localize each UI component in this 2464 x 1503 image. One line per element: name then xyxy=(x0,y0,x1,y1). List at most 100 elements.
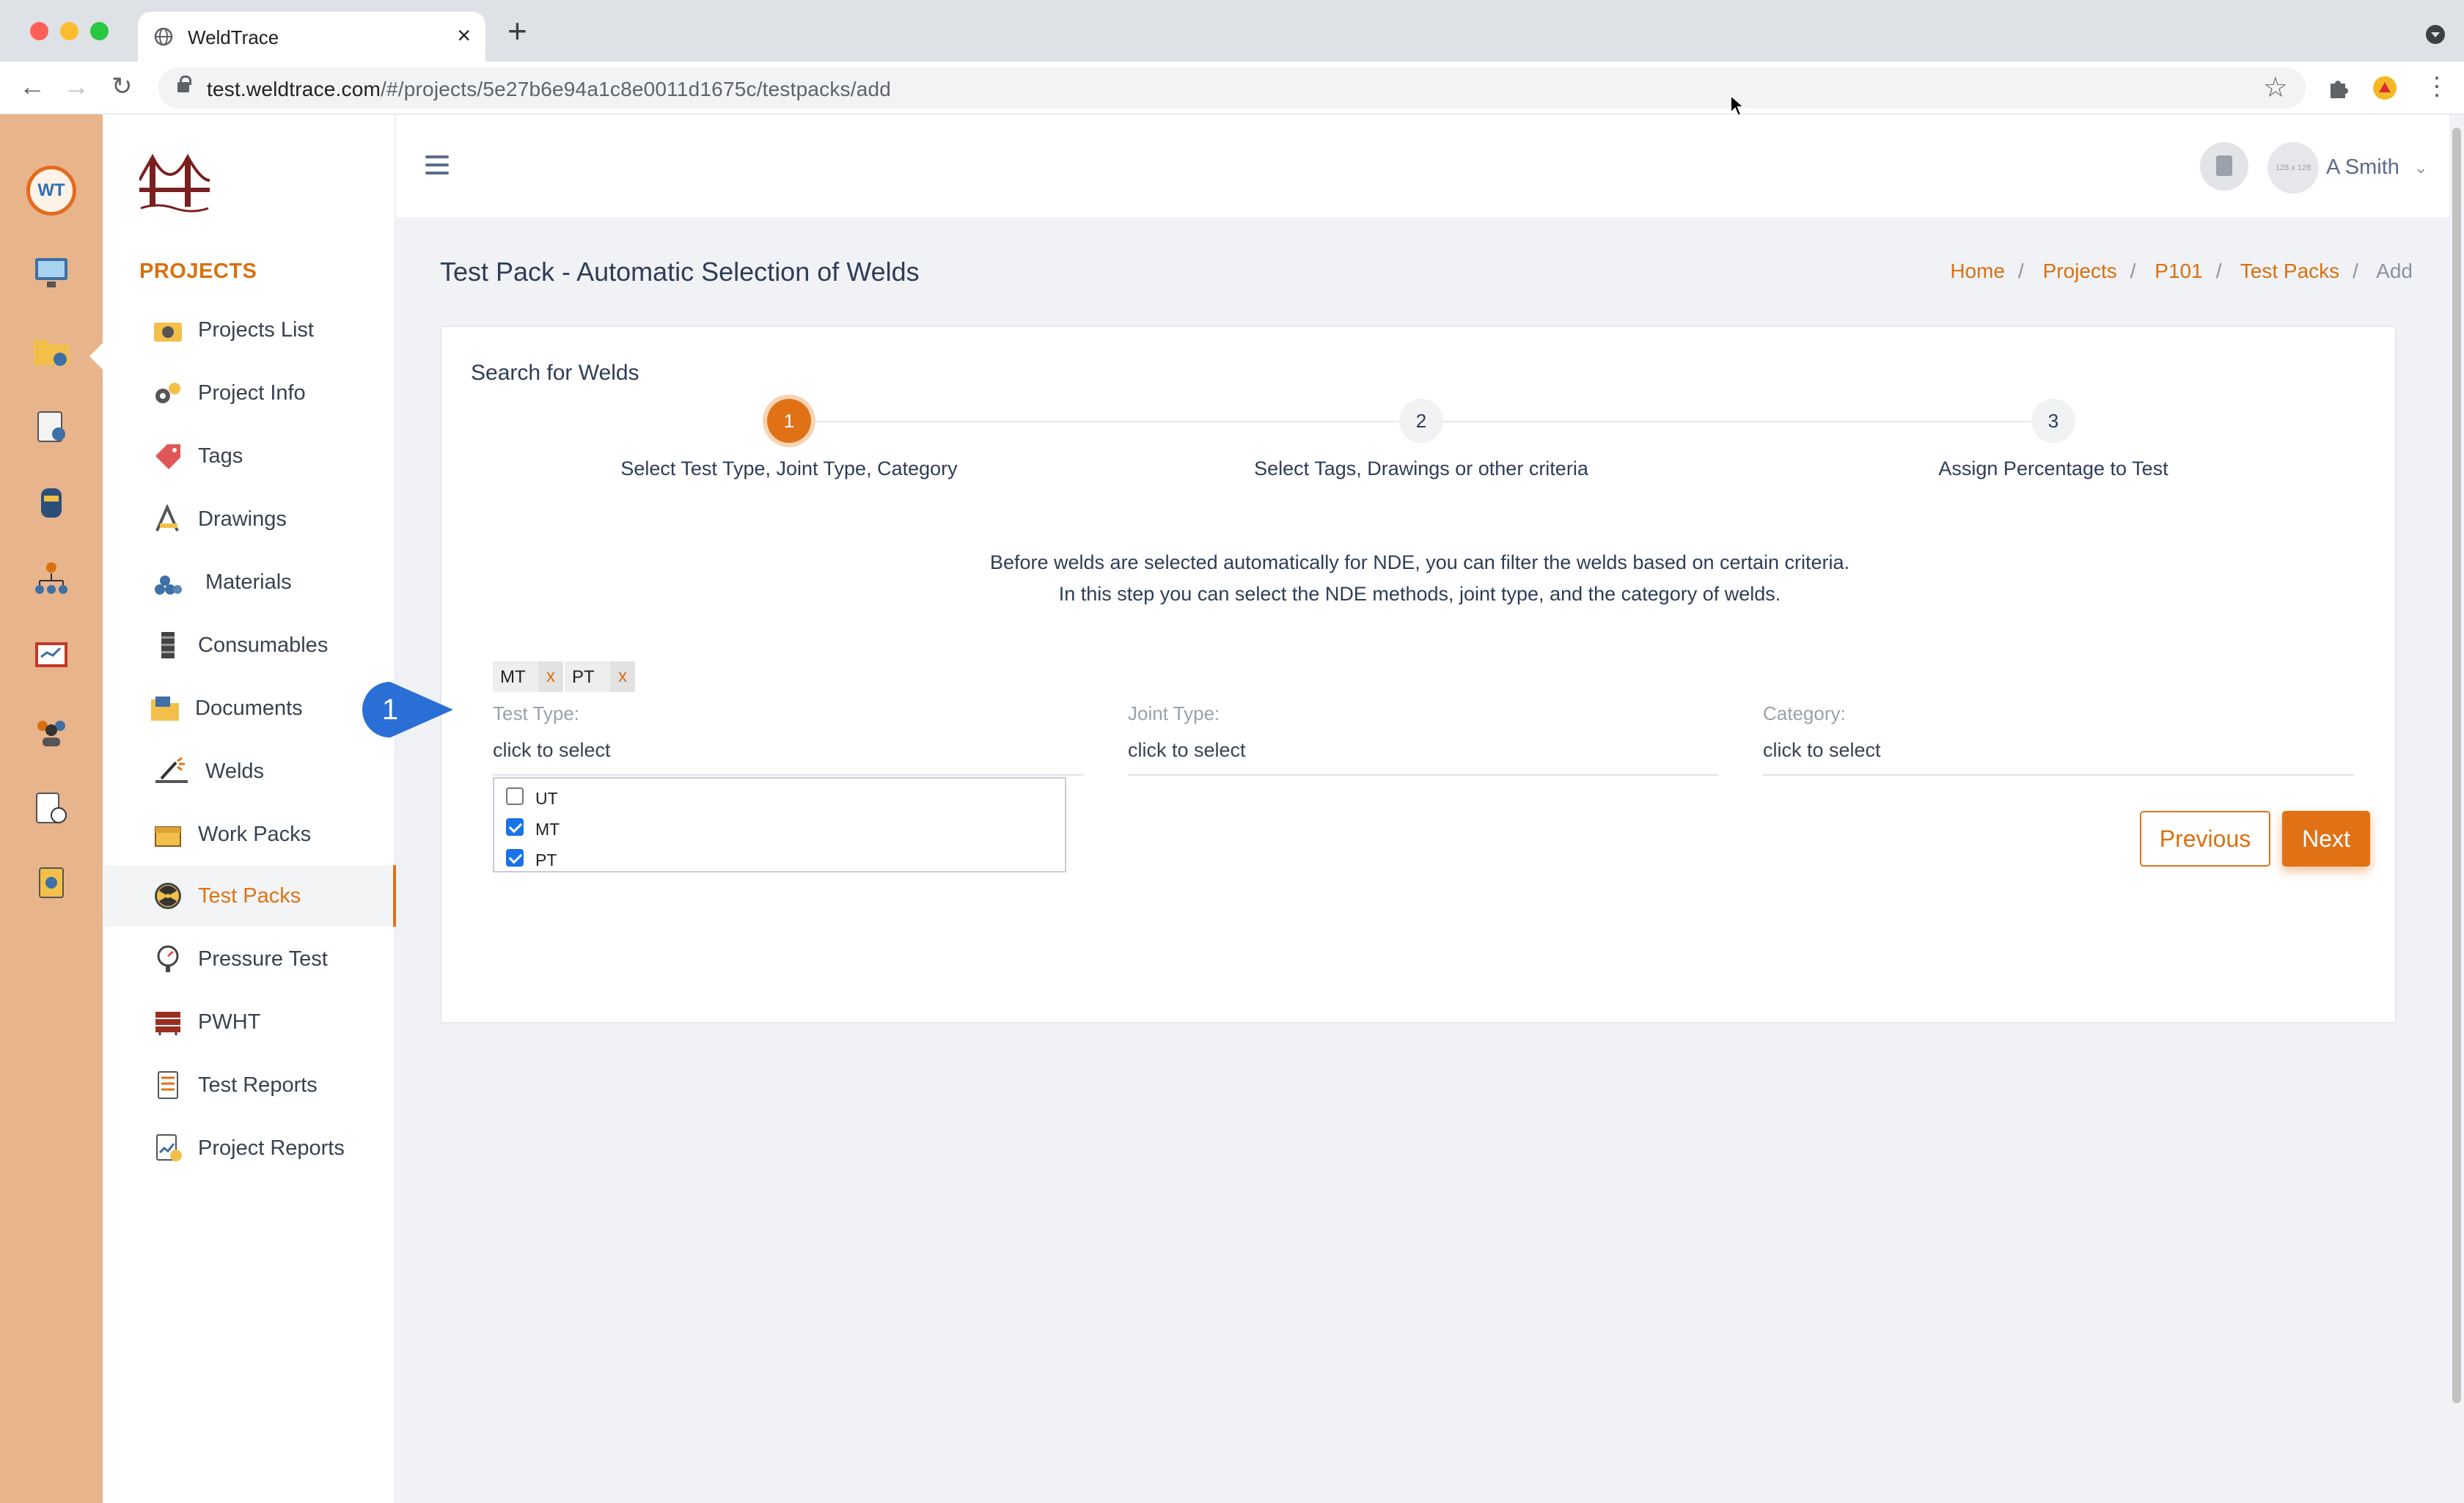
sidebar-item-work-packs[interactable]: Work Packs xyxy=(103,804,396,865)
sidebar-item-project-info[interactable]: Project Info xyxy=(103,362,396,424)
sidebar-item-label: Test Packs xyxy=(198,884,301,908)
weldtrace-logo[interactable]: WT xyxy=(26,166,76,216)
sidebar-item-label: Project Info xyxy=(198,381,306,405)
checkbox[interactable] xyxy=(506,787,524,805)
page-title: Test Pack - Automatic Selection of Welds xyxy=(440,257,920,287)
test-type-options-list: UT MT PT xyxy=(493,777,1066,872)
clipboard-gears-icon[interactable] xyxy=(31,408,72,446)
search-welds-card: Search for Welds 1 2 3 Select Test Type,… xyxy=(362,326,2398,1024)
sidebar-item-label: Drawings xyxy=(198,507,287,531)
sidebar-item-label: Documents xyxy=(195,697,303,720)
sidebar-item-label: Consumables xyxy=(198,633,329,657)
card-title: Search for Welds xyxy=(471,361,639,385)
joint-type-underline xyxy=(1128,774,1719,776)
welder-mask-icon[interactable] xyxy=(31,484,72,522)
tab-search-icon[interactable] xyxy=(2426,25,2445,44)
sidebar-item-pwht[interactable]: PWHT xyxy=(103,991,396,1053)
sidebar-item-test-packs[interactable]: Test Packs xyxy=(103,865,396,927)
sidebar-item-label: Project Reports xyxy=(198,1136,345,1160)
extensions-puzzle-icon[interactable] xyxy=(2325,75,2351,101)
breadcrumb-project[interactable]: P101 xyxy=(2155,260,2202,282)
pipes-stack-icon xyxy=(155,576,182,595)
app-header: 128 x 128 A Smith ⌄ xyxy=(396,114,2449,217)
sidebar-item-label: Materials xyxy=(205,570,292,594)
remove-chip-icon[interactable]: x xyxy=(538,661,563,692)
wizard-step-3[interactable]: 3 xyxy=(2031,399,2075,443)
sidebar-item-materials[interactable]: Materials xyxy=(103,551,396,613)
sidebar-item-projects-list[interactable]: Projects List xyxy=(103,299,396,361)
bookmark-star-icon[interactable]: ☆ xyxy=(2263,73,2288,103)
maximize-window-icon[interactable] xyxy=(90,22,109,40)
sidebar-item-project-reports[interactable]: Project Reports xyxy=(103,1117,396,1179)
sidebar-item-label: PWHT xyxy=(198,1010,261,1034)
instructions: Before welds are selected automatically … xyxy=(441,547,2398,610)
checkbox[interactable] xyxy=(506,849,524,867)
package-icon xyxy=(155,826,181,847)
previous-button[interactable]: Previous xyxy=(2140,811,2270,867)
page-scrollbar[interactable] xyxy=(2449,114,2464,1503)
chevron-down-icon[interactable]: ⌄ xyxy=(2414,158,2427,177)
minimize-window-icon[interactable] xyxy=(60,22,78,40)
org-chart-icon[interactable] xyxy=(31,560,72,598)
sidebar-item-drawings[interactable]: Drawings xyxy=(103,488,396,550)
instructions-line-2: In this step you can select the NDE meth… xyxy=(1058,583,1781,605)
option-label: PT xyxy=(535,850,557,870)
breadcrumb-home[interactable]: Home xyxy=(1950,260,2005,282)
sidebar-item-consumables[interactable]: Consumables xyxy=(103,614,396,676)
sidebar-item-label: Test Reports xyxy=(198,1073,318,1097)
scrollbar-thumb[interactable] xyxy=(2452,128,2461,1403)
reload-icon[interactable]: ↻ xyxy=(111,72,133,101)
remove-chip-icon[interactable]: x xyxy=(610,661,635,692)
selected-chip-mt: MT x xyxy=(493,661,563,692)
user-menu[interactable]: A Smith xyxy=(2326,155,2399,180)
document-icon[interactable] xyxy=(2200,142,2248,191)
certificate-badge-icon[interactable] xyxy=(31,865,72,903)
module-icon-rail: WT xyxy=(0,114,103,1503)
avatar[interactable]: 128 x 128 xyxy=(2267,142,2319,194)
monitor-dashboard-icon[interactable] xyxy=(31,254,72,292)
project-folder-icon[interactable] xyxy=(31,331,72,370)
wizard-step-2-label: Select Tags, Drawings or other criteria xyxy=(1254,457,1588,479)
breadcrumb-projects[interactable]: Projects xyxy=(2043,260,2117,282)
test-type-select[interactable]: click to select xyxy=(493,739,611,762)
sidebar-item-pressure-test[interactable]: Pressure Test xyxy=(103,928,396,990)
sidebar-item-tags[interactable]: Tags xyxy=(103,425,396,487)
report-icon xyxy=(156,1134,182,1161)
radiation-icon xyxy=(155,883,181,909)
selected-chip-pt: PT x xyxy=(565,661,635,692)
wizard-step-2[interactable]: 2 xyxy=(1399,399,1443,443)
gears-icon xyxy=(155,383,180,403)
book-inspection-icon[interactable] xyxy=(31,636,72,675)
joint-type-select[interactable]: click to select xyxy=(1128,739,1246,762)
wizard-step-1[interactable]: 1 xyxy=(767,399,811,443)
sidebar-item-documents[interactable]: Documents xyxy=(103,677,396,739)
tag-icon xyxy=(155,444,180,469)
heater-icon xyxy=(155,1012,180,1035)
option-label: MT xyxy=(535,820,560,839)
schedule-clipboard-icon[interactable] xyxy=(31,789,72,827)
globe-icon xyxy=(154,27,173,46)
browser-toolbar: ← → ↻ test.weldtrace.com/#/projects/5e27… xyxy=(0,62,2464,114)
category-select[interactable]: click to select xyxy=(1763,739,1881,762)
close-tab-icon[interactable]: × xyxy=(457,23,471,47)
forward-arrow-icon[interactable]: → xyxy=(63,72,89,101)
breadcrumb-test-packs[interactable]: Test Packs xyxy=(2240,260,2339,282)
address-bar[interactable]: test.weldtrace.com/#/projects/5e27b6e94a… xyxy=(158,67,2306,109)
browser-tab[interactable]: WeldTrace × xyxy=(138,12,485,62)
hamburger-menu-icon[interactable] xyxy=(425,155,449,177)
checkbox[interactable] xyxy=(506,818,524,836)
new-tab-icon[interactable]: + xyxy=(507,14,527,48)
gauge-icon xyxy=(157,945,179,972)
browser-menu-icon[interactable]: ⋮ xyxy=(2424,72,2449,101)
sidebar-item-test-reports[interactable]: Test Reports xyxy=(103,1054,396,1116)
close-window-icon[interactable] xyxy=(30,22,48,40)
next-button[interactable]: Next xyxy=(2282,811,2370,867)
team-users-icon[interactable] xyxy=(31,713,72,751)
checklist-icon xyxy=(158,1071,178,1099)
main-content: 128 x 128 A Smith ⌄ Test Pack - Automati… xyxy=(362,114,2449,1503)
profile-extension-icon[interactable] xyxy=(2372,75,2398,101)
step-callout-marker: 1 xyxy=(362,682,453,738)
sidebar-item-welds[interactable]: Welds xyxy=(103,741,396,802)
project-sidebar: PROJECTS Projects List Project Info Tags… xyxy=(103,114,396,1503)
back-arrow-icon[interactable]: ← xyxy=(19,72,45,101)
